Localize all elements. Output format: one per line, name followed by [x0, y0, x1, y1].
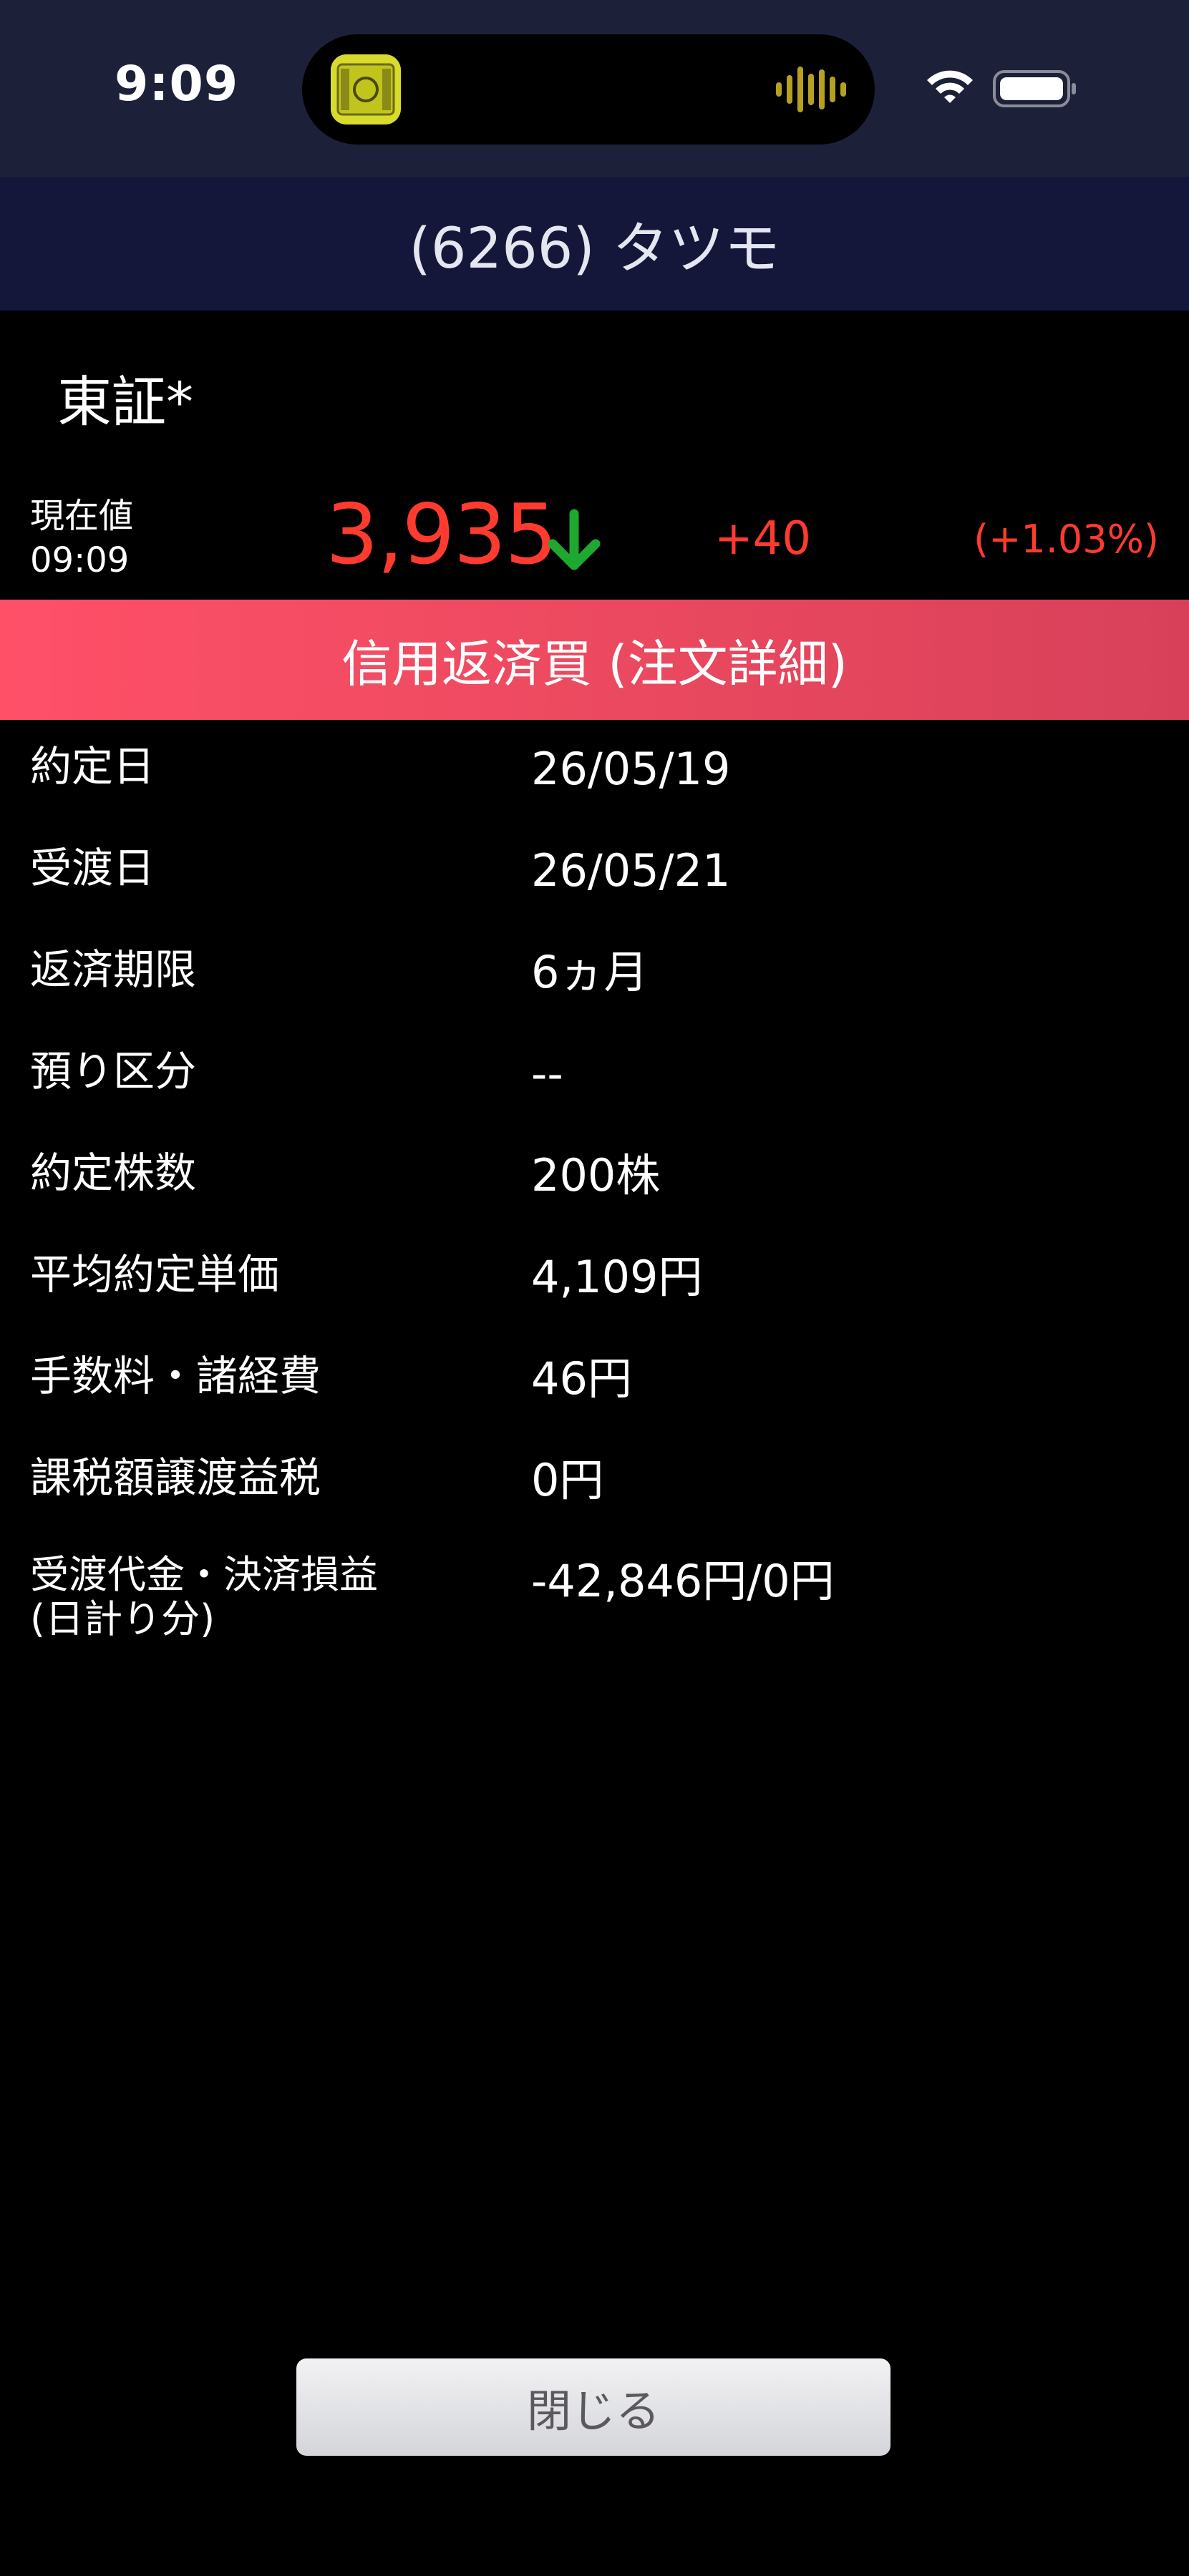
current-price-time: 09:09	[30, 540, 130, 580]
detail-value: 26/05/19	[531, 743, 731, 795]
title-bar: (6266) タツモ	[0, 177, 1189, 311]
detail-value: 46円	[531, 1352, 632, 1405]
market-label: 東証*	[57, 370, 193, 434]
audio-wave-icon	[775, 34, 846, 145]
detail-label: 預り区分	[30, 1047, 197, 1096]
close-button[interactable]: 閉じる	[296, 2358, 890, 2456]
order-detail-header: 信用返済買 (注文詳細)	[0, 600, 1189, 720]
detail-row-executed-shares: 約定株数 200株	[0, 1126, 1189, 1227]
detail-value: 0円	[531, 1454, 604, 1506]
current-price: 3,935	[326, 487, 558, 583]
detail-value: 4,109円	[531, 1251, 703, 1303]
detail-row-average-price: 平均約定単価 4,109円	[0, 1227, 1189, 1329]
price-change: +40	[714, 512, 812, 565]
detail-value: --	[531, 1048, 563, 1100]
order-detail-title: 信用返済買 (注文詳細)	[341, 634, 848, 693]
wifi-icon	[927, 70, 973, 103]
arrow-down-icon	[545, 508, 603, 574]
detail-value: 200株	[531, 1149, 661, 1201]
detail-label: 課税額譲渡益税	[30, 1453, 321, 1502]
detail-label: 手数料・諸経費	[30, 1352, 321, 1400]
detail-label: 返済期限	[30, 945, 197, 994]
settlement-label: 受渡代金・決済損益 (日計り分)	[30, 1553, 378, 1641]
detail-label: 約定日	[30, 742, 155, 791]
detail-value: 6ヵ月	[531, 946, 649, 998]
settlement-value: -42,846円/0円	[531, 1555, 835, 1607]
detail-row-capital-gains-tax: 課税額譲渡益税 0円	[0, 1430, 1189, 1532]
detail-row-custody-type: 預り区分 --	[0, 1024, 1189, 1126]
detail-row-trade-date: 約定日 26/05/19	[0, 719, 1189, 821]
status-icons	[924, 62, 1082, 112]
current-price-label: 現在値 09:09	[30, 494, 133, 582]
detail-label: 約定株数	[30, 1148, 197, 1197]
close-button-label: 閉じる	[526, 2385, 660, 2437]
detail-row-settlement-date: 受渡日 26/05/21	[0, 821, 1189, 922]
settlement-label-line2: (日計り分)	[30, 1596, 215, 1641]
page-title: (6266) タツモ	[409, 217, 780, 281]
status-bar: 9:09	[0, 0, 1189, 177]
detail-row-repayment-term: 返済期限 6ヵ月	[0, 922, 1189, 1024]
price-change-percent: (+1.03%)	[974, 517, 1159, 562]
settlement-label-line1: 受渡代金・決済損益	[30, 1552, 378, 1597]
detail-label: 受渡日	[30, 844, 155, 892]
app-icon[interactable]	[331, 54, 401, 125]
detail-value: 26/05/21	[531, 844, 731, 897]
current-price-caption: 現在値	[30, 496, 134, 536]
status-time: 9:09	[115, 56, 239, 112]
battery-icon	[993, 70, 1076, 107]
dynamic-island[interactable]	[302, 34, 875, 145]
detail-label: 平均約定単価	[30, 1250, 280, 1299]
detail-row-fees: 手数料・諸経費 46円	[0, 1329, 1189, 1430]
